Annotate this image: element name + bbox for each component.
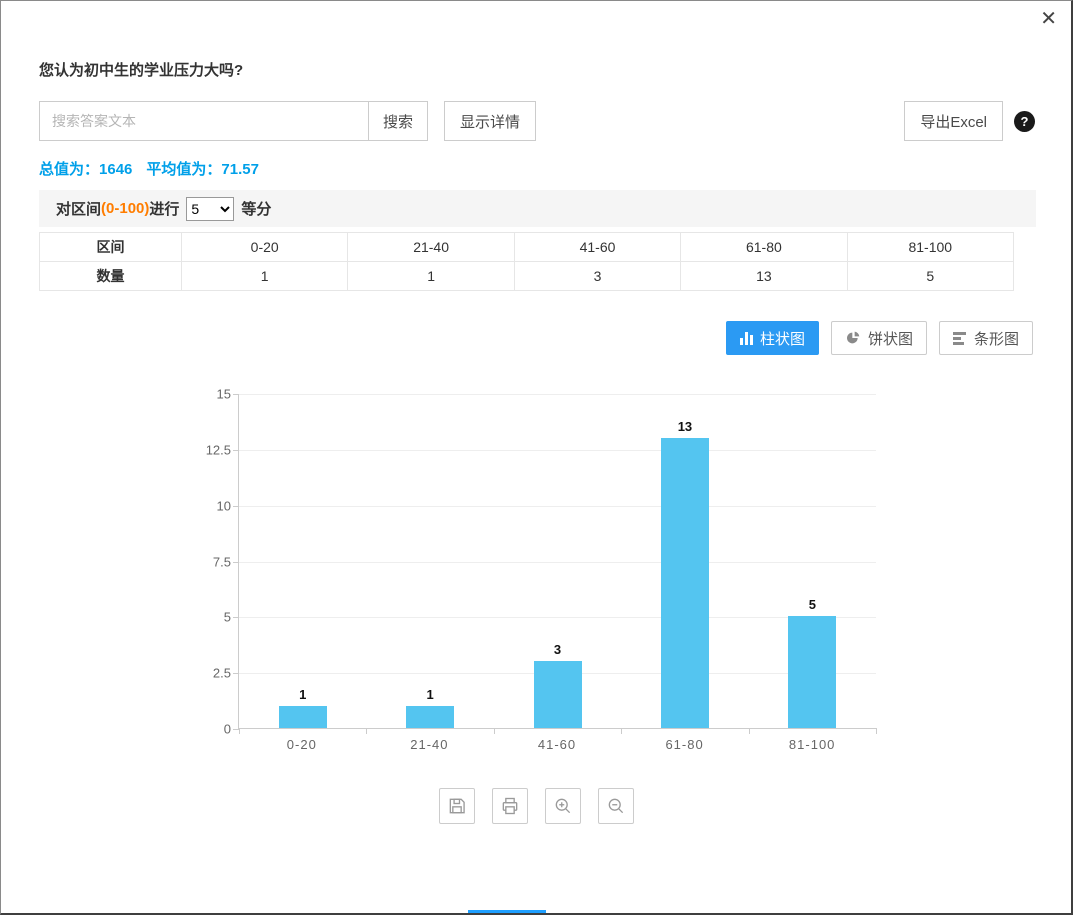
table-count-cell: 3 (515, 262, 681, 291)
x-axis-labels: 0-2021-4041-6061-8081-100 (238, 737, 876, 752)
bar-band: 5 (749, 394, 876, 728)
save-image-button[interactable] (439, 788, 475, 824)
y-tick-label: 0 (224, 722, 231, 737)
zoom-out-icon (606, 796, 626, 816)
chart-type-tabs: 柱状图 饼状图 条形图 (726, 321, 1033, 355)
bar (406, 706, 454, 728)
x-tick-label: 0-20 (238, 737, 366, 752)
save-icon (447, 796, 467, 816)
table-count-cell: 1 (182, 262, 348, 291)
bar-value-label: 3 (554, 642, 561, 657)
y-tick-label: 5 (224, 610, 231, 625)
bar-value-label: 13 (678, 419, 692, 434)
partition-suffix: 等分 (241, 198, 271, 219)
bar-value-label: 1 (299, 687, 306, 702)
segments-select[interactable]: 5 (186, 197, 234, 221)
x-tick-mark (621, 728, 622, 734)
tab-horizontal-bar-chart[interactable]: 条形图 (939, 321, 1033, 355)
print-icon (500, 796, 520, 816)
bar (534, 661, 582, 728)
help-icon[interactable]: ? (1014, 111, 1035, 132)
bar-chart-plot: 113135 (238, 394, 876, 729)
y-tick-label: 2.5 (213, 666, 231, 681)
question-title: 您认为初中生的学业压力大吗? (39, 59, 243, 80)
tab-horizontal-bar-chart-label: 条形图 (974, 328, 1019, 349)
search-button[interactable]: 搜索 (368, 101, 428, 141)
partition-middle: 进行 (149, 198, 179, 219)
search-input[interactable] (39, 101, 369, 141)
bars-container: 113135 (239, 394, 876, 728)
y-tick-label: 7.5 (213, 554, 231, 569)
bar-value-label: 1 (426, 687, 433, 702)
bar-band: 1 (239, 394, 366, 728)
x-tick-mark (876, 728, 877, 734)
table-row-header-count: 数量 (40, 262, 182, 291)
bar-band: 3 (494, 394, 621, 728)
tab-pie-chart[interactable]: 饼状图 (831, 321, 927, 355)
bar-value-label: 5 (809, 597, 816, 612)
bottom-accent-bar (468, 910, 546, 913)
interval-partition-bar: 对区间(0-100)进行 5 等分 (39, 190, 1036, 227)
bar (279, 706, 327, 728)
table-count-cell: 5 (848, 262, 1014, 291)
tab-bar-chart[interactable]: 柱状图 (726, 321, 819, 355)
table-interval-cell: 41-60 (515, 233, 681, 262)
x-tick-mark (239, 728, 240, 734)
export-excel-button[interactable]: 导出Excel (904, 101, 1003, 141)
partition-range: (0-100) (101, 200, 149, 217)
average-label: 平均值为： (146, 161, 221, 178)
table-interval-cell: 61-80 (681, 233, 847, 262)
bar-band: 1 (366, 394, 493, 728)
x-tick-label: 41-60 (493, 737, 621, 752)
chart-toolbox (1, 788, 1071, 824)
y-tick-label: 15 (217, 387, 231, 402)
table-interval-cell: 0-20 (182, 233, 348, 262)
table-interval-cell: 21-40 (348, 233, 514, 262)
x-tick-mark (366, 728, 367, 734)
bar-chart-icon (740, 331, 753, 345)
interval-table: 区间0-2021-4041-6061-8081-100数量113135 (39, 232, 1014, 291)
x-tick-label: 21-40 (366, 737, 494, 752)
horizontal-bar-chart-icon (953, 332, 967, 345)
total-label: 总值为： (39, 161, 99, 178)
table-row-header-interval: 区间 (40, 233, 182, 262)
tab-bar-chart-label: 柱状图 (760, 328, 805, 349)
table-count-cell: 1 (348, 262, 514, 291)
x-tick-label: 81-100 (748, 737, 876, 752)
y-axis-labels: 02.557.51012.515 (151, 394, 231, 729)
y-tick-label: 10 (217, 498, 231, 513)
y-tick-label: 12.5 (206, 442, 231, 457)
bar (661, 438, 709, 728)
bar (788, 616, 836, 728)
tab-pie-chart-label: 饼状图 (868, 328, 913, 349)
zoom-in-icon (553, 796, 573, 816)
show-details-button[interactable]: 显示详情 (444, 101, 536, 141)
stats-line: 总值为：1646 平均值为：71.57 (39, 158, 259, 179)
print-button[interactable] (492, 788, 528, 824)
table-interval-cell: 81-100 (848, 233, 1014, 262)
zoom-in-button[interactable] (545, 788, 581, 824)
partition-prefix: 对区间 (56, 198, 101, 219)
pie-chart-icon (845, 330, 861, 346)
x-tick-label: 61-80 (621, 737, 749, 752)
x-tick-mark (749, 728, 750, 734)
average-value: 71.57 (221, 161, 259, 178)
x-tick-mark (494, 728, 495, 734)
total-value: 1646 (99, 161, 132, 178)
close-icon[interactable]: ✕ (1040, 9, 1057, 29)
table-count-cell: 13 (681, 262, 847, 291)
zoom-out-button[interactable] (598, 788, 634, 824)
bar-band: 13 (621, 394, 748, 728)
search-toolbar: 搜索 显示详情 (39, 101, 536, 141)
